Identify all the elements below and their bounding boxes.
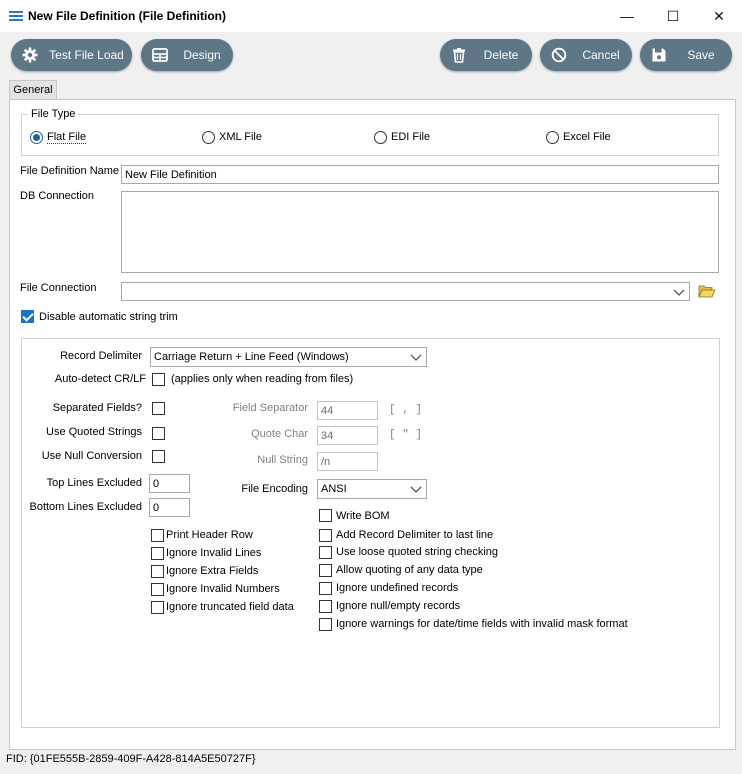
chevron-down-icon[interactable] <box>672 285 686 299</box>
file-connection-label: File Connection <box>20 282 97 294</box>
chevron-down-icon[interactable] <box>409 482 423 496</box>
ignore-extra-fields-label: Ignore Extra Fields <box>166 565 259 577</box>
ignore-undefined-records-label: Ignore undefined records <box>336 582 459 594</box>
loose-quoted-string-label: Use loose quoted string checking <box>336 546 499 558</box>
use-null-conversion-checkbox[interactable] <box>152 450 165 463</box>
db-connection-textarea[interactable] <box>121 191 719 273</box>
disable-trim-label: Disable automatic string trim <box>39 311 178 323</box>
ignore-null-empty-records-checkbox[interactable] <box>319 600 332 613</box>
field-separator-input[interactable]: 44 <box>317 401 378 420</box>
auto-detect-label: Auto-detect CR/LF <box>54 373 146 385</box>
separated-fields-label: Separated Fields? <box>52 402 142 414</box>
allow-quoting-checkbox[interactable] <box>319 564 332 577</box>
file-connection-select[interactable] <box>121 282 690 301</box>
close-button[interactable]: ✕ <box>696 0 742 32</box>
separated-fields-checkbox[interactable] <box>152 402 165 415</box>
file-encoding-label: File Encoding <box>241 483 308 495</box>
folder-open-icon[interactable] <box>698 283 716 299</box>
window-title: New File Definition (File Definition) <box>28 9 226 23</box>
print-header-row-checkbox[interactable] <box>151 529 164 542</box>
quote-char-char: [ " ] <box>389 429 423 441</box>
field-separator-char: [ , ] <box>389 404 423 416</box>
top-lines-excluded-label: Top Lines Excluded <box>46 477 142 489</box>
radio-edi-file[interactable] <box>374 131 387 144</box>
add-record-delimiter-checkbox[interactable] <box>319 529 332 542</box>
cancel-button[interactable]: Cancel <box>540 39 632 71</box>
ignore-date-time-warnings-label: Ignore warnings for date/time fields wit… <box>336 618 628 630</box>
file-definition-name-label: File Definition Name <box>20 165 120 177</box>
maximize-button[interactable]: ☐ <box>650 0 696 32</box>
fid-status: FID: {01FE555B-2859-409F-A428-814A5E5072… <box>6 753 256 765</box>
field-separator-label: Field Separator <box>232 402 308 414</box>
save-label: Save <box>687 48 715 62</box>
ignore-extra-fields-checkbox[interactable] <box>151 565 164 578</box>
ignore-null-empty-records-label: Ignore null/empty records <box>336 600 461 612</box>
radio-excel-file[interactable] <box>546 131 559 144</box>
test-file-load-label: Test File Load <box>49 48 124 62</box>
design-button[interactable]: Design <box>141 39 233 71</box>
radio-xml-file[interactable] <box>202 131 215 144</box>
bottom-lines-excluded-input[interactable]: 0 <box>149 498 190 517</box>
file-definition-name-input[interactable]: New File Definition <box>121 165 719 184</box>
record-delimiter-label: Record Delimiter <box>60 350 142 362</box>
ignore-truncated-field-data-checkbox[interactable] <box>151 601 164 614</box>
minimize-button[interactable]: — <box>604 0 650 32</box>
ignore-truncated-field-data-label: Ignore truncated field data <box>166 601 294 613</box>
ignore-invalid-lines-checkbox[interactable] <box>151 547 164 560</box>
db-connection-label: DB Connection <box>20 190 94 202</box>
ignore-invalid-lines-label: Ignore Invalid Lines <box>166 547 262 559</box>
title-bar: New File Definition (File Definition) — … <box>0 0 742 32</box>
radio-excel-file-label[interactable]: Excel File <box>563 131 611 143</box>
radio-xml-file-label[interactable]: XML File <box>219 131 262 143</box>
record-delimiter-select[interactable]: Carriage Return + Line Feed (Windows) <box>150 347 427 367</box>
ignore-date-time-warnings-checkbox[interactable] <box>319 618 332 631</box>
app-menu-icon[interactable] <box>9 11 23 21</box>
write-bom-label: Write BOM <box>336 510 390 522</box>
disable-trim-checkbox[interactable] <box>21 310 34 323</box>
add-record-delimiter-label: Add Record Delimiter to last line <box>336 529 494 541</box>
chevron-down-icon[interactable] <box>409 350 423 364</box>
save-button[interactable]: Save <box>640 39 732 71</box>
ignore-invalid-numbers-label: Ignore Invalid Numbers <box>166 583 280 595</box>
file-type-legend: File Type <box>28 108 79 120</box>
allow-quoting-label: Allow quoting of any data type <box>336 564 483 576</box>
quote-char-input[interactable]: 34 <box>317 426 378 445</box>
ignore-undefined-records-checkbox[interactable] <box>319 582 332 595</box>
delete-button[interactable]: Delete <box>440 39 532 71</box>
delete-label: Delete <box>483 48 519 62</box>
cancel-label: Cancel <box>582 48 620 62</box>
quote-char-label: Quote Char <box>251 428 308 440</box>
use-quoted-strings-label: Use Quoted Strings <box>46 426 142 438</box>
write-bom-checkbox[interactable] <box>319 509 332 522</box>
design-label: Design <box>183 48 221 62</box>
print-header-row-label: Print Header Row <box>166 529 253 541</box>
test-file-load-button[interactable]: Test File Load <box>11 39 132 71</box>
top-lines-excluded-input[interactable]: 0 <box>149 474 190 493</box>
radio-flat-file-label[interactable]: Flat File <box>47 131 87 144</box>
loose-quoted-string-checkbox[interactable] <box>319 546 332 559</box>
ignore-invalid-numbers-checkbox[interactable] <box>151 583 164 596</box>
tab-general[interactable]: General <box>9 80 57 100</box>
bottom-lines-excluded-label: Bottom Lines Excluded <box>29 501 142 513</box>
null-string-label: Null String <box>257 454 308 466</box>
null-string-input[interactable]: /n <box>317 452 378 471</box>
use-quoted-strings-checkbox[interactable] <box>152 427 165 440</box>
auto-detect-note: (applies only when reading from files) <box>171 373 354 385</box>
radio-edi-file-label[interactable]: EDI File <box>391 131 430 143</box>
use-null-conversion-label: Use Null Conversion <box>41 450 142 462</box>
auto-detect-checkbox[interactable] <box>152 373 165 386</box>
file-type-group <box>21 114 719 156</box>
radio-flat-file[interactable] <box>30 131 43 144</box>
